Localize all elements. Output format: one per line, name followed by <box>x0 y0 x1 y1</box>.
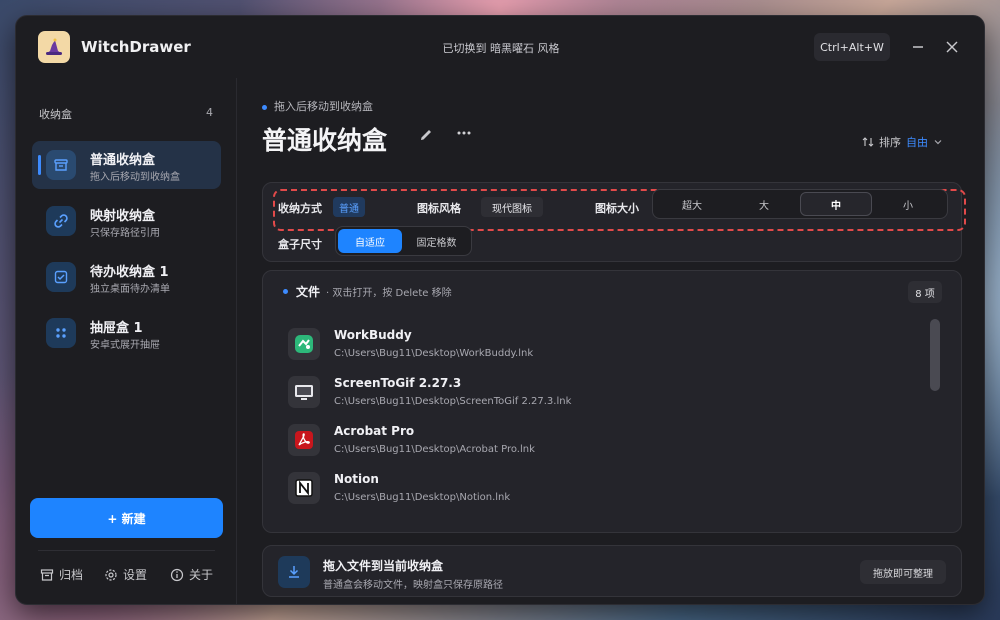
sidebar-item-title: 普通收纳盒 <box>90 153 156 168</box>
icon-size-xlarge[interactable]: 超大 <box>656 192 728 216</box>
checkbox-icon <box>46 262 76 292</box>
archive-label: 归档 <box>59 568 84 582</box>
file-item[interactable]: Acrobat Pro C:\Users\Bug11\Desktop\Acrob… <box>288 420 908 460</box>
sort-label: 排序 <box>879 136 901 149</box>
archive-icon <box>40 568 54 581</box>
info-icon <box>170 568 184 581</box>
sidebar-divider <box>38 550 215 551</box>
box-size-auto[interactable]: 自适应 <box>338 229 402 253</box>
minimize-icon[interactable] <box>909 38 927 56</box>
grid-dots-icon <box>46 318 76 348</box>
link-icon <box>46 206 76 236</box>
sidebar-item-title: 映射收纳盒 <box>90 209 156 224</box>
icon-size-small[interactable]: 小 <box>872 192 944 216</box>
close-icon[interactable] <box>943 38 961 56</box>
sort-control[interactable]: 排序 自由 <box>862 134 943 150</box>
sidebar: 收纳盒 4 普通收纳盒 拖入后移动到收纳盒 映射收纳盒 只保存路径引用 待办收纳… <box>16 78 237 604</box>
file-item[interactable]: Notion C:\Users\Bug11\Desktop\Notion.lnk <box>288 468 908 508</box>
files-hint: · 双击打开，按 Delete 移除 <box>326 288 452 299</box>
file-name: Acrobat Pro <box>334 424 415 438</box>
sidebar-heading: 收纳盒 <box>39 108 72 121</box>
main-content: 拖入后移动到收纳盒 普通收纳盒 排序 自由 收纳方式 普通 图标风格 现代图标 … <box>237 78 984 604</box>
more-options-icon[interactable] <box>456 125 476 145</box>
storage-mode-label: 收纳方式 <box>278 202 322 215</box>
icon-size-medium[interactable]: 中 <box>800 192 872 216</box>
file-name: ScreenToGif 2.27.3 <box>334 376 462 390</box>
sidebar-item-title: 待办收纳盒 1 <box>90 265 169 280</box>
breadcrumb-text: 拖入后移动到收纳盒 <box>274 100 373 113</box>
files-heading-text: 文件 <box>296 285 321 299</box>
about-link[interactable]: 关于 <box>170 566 213 583</box>
sidebar-item-todo-box[interactable]: 待办收纳盒 1 独立桌面待办清单 <box>32 253 221 301</box>
settings-panel: 收纳方式 普通 图标风格 现代图标 图标大小 超大 大 中 小 盒子尺寸 自适应… <box>262 182 966 262</box>
file-item[interactable]: ScreenToGif 2.27.3 C:\Users\Bug11\Deskto… <box>288 372 908 412</box>
notion-icon <box>288 472 320 504</box>
file-path: C:\Users\Bug11\Desktop\WorkBuddy.lnk <box>334 348 534 359</box>
files-panel: 文件 · 双击打开，按 Delete 移除 8 项 WorkBuddy C:\U… <box>262 270 962 533</box>
hotkey-badge[interactable]: Ctrl+Alt+W <box>814 33 890 61</box>
icon-size-label: 图标大小 <box>595 202 639 215</box>
sidebar-item-title: 抽屉盒 1 <box>90 321 143 336</box>
pencil-icon[interactable] <box>418 127 438 147</box>
sort-arrows-icon <box>862 137 874 147</box>
file-name: Notion <box>334 472 379 486</box>
sidebar-item-subtitle: 只保存路径引用 <box>90 228 160 239</box>
icon-size-large[interactable]: 大 <box>728 192 800 216</box>
download-arrow-icon <box>278 556 310 588</box>
sidebar-count: 4 <box>206 106 213 119</box>
screentogif-icon <box>288 376 320 408</box>
settings-link[interactable]: 设置 <box>104 566 147 583</box>
sidebar-item-subtitle: 拖入后移动到收纳盒 <box>90 172 180 183</box>
box-size-fixed[interactable]: 固定格数 <box>404 229 469 253</box>
drop-badge: 拖放即可整理 <box>860 560 946 584</box>
app-window: WitchDrawer 已切换到 暗黑曜石 风格 Ctrl+Alt+W 收纳盒 … <box>15 15 985 605</box>
file-path: C:\Users\Bug11\Desktop\Notion.lnk <box>334 492 511 503</box>
files-count-badge: 8 项 <box>908 281 942 303</box>
about-label: 关于 <box>189 568 214 582</box>
bullet-dot <box>262 104 267 110</box>
title-bar[interactable]: WitchDrawer 已切换到 暗黑曜石 风格 Ctrl+Alt+W <box>16 16 984 78</box>
sidebar-item-subtitle: 安卓式展开抽屉 <box>90 340 160 351</box>
drop-title: 拖入文件到当前收纳盒 <box>323 559 444 573</box>
box-size-segmented: 自适应 固定格数 <box>335 226 472 256</box>
acrobat-icon <box>288 424 320 456</box>
workbuddy-icon <box>288 328 320 360</box>
settings-label: 设置 <box>123 568 148 582</box>
sidebar-item-mapping-box[interactable]: 映射收纳盒 只保存路径引用 <box>32 197 221 245</box>
new-box-button[interactable]: + 新建 <box>30 498 223 538</box>
storage-mode-chip[interactable]: 普通 <box>333 197 365 217</box>
sort-value: 自由 <box>906 136 928 149</box>
file-path: C:\Users\Bug11\Desktop\ScreenToGif 2.27.… <box>334 396 572 407</box>
box-size-label: 盒子尺寸 <box>278 238 322 251</box>
active-indicator <box>38 155 41 175</box>
bullet-dot <box>283 289 288 294</box>
files-heading: 文件 · 双击打开，按 Delete 移除 <box>283 283 452 300</box>
archive-link[interactable]: 归档 <box>40 566 83 583</box>
chevron-down-icon <box>934 140 942 145</box>
files-scrollbar[interactable] <box>930 319 940 391</box>
file-path: C:\Users\Bug11\Desktop\Acrobat Pro.lnk <box>334 444 535 455</box>
icon-style-label: 图标风格 <box>417 202 461 215</box>
file-name: WorkBuddy <box>334 328 412 342</box>
drop-subtitle: 普通盒会移动文件，映射盒只保存原路径 <box>323 580 503 591</box>
gear-icon <box>105 568 117 581</box>
archive-box-icon <box>46 150 76 180</box>
file-item[interactable]: WorkBuddy C:\Users\Bug11\Desktop\WorkBud… <box>288 324 908 364</box>
breadcrumb: 拖入后移动到收纳盒 <box>262 98 373 114</box>
icon-size-segmented: 超大 大 中 小 <box>652 189 948 219</box>
drop-zone[interactable]: 拖入文件到当前收纳盒 普通盒会移动文件，映射盒只保存原路径 拖放即可整理 <box>262 545 962 597</box>
sidebar-item-subtitle: 独立桌面待办清单 <box>90 284 170 295</box>
sidebar-item-drawer-box[interactable]: 抽屉盒 1 安卓式展开抽屉 <box>32 309 221 357</box>
page-title: 普通收纳盒 <box>262 126 388 155</box>
icon-style-chip[interactable]: 现代图标 <box>481 197 543 217</box>
sidebar-item-normal-box[interactable]: 普通收纳盒 拖入后移动到收纳盒 <box>32 141 221 189</box>
